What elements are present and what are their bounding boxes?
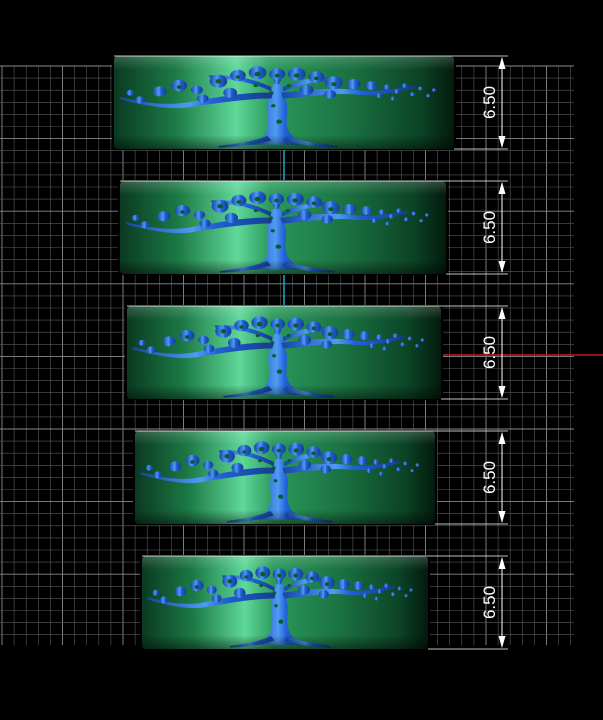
dimension-label: 6.50 bbox=[480, 86, 499, 119]
dimension-label: 6.50 bbox=[480, 336, 499, 369]
dimension-label: 6.50 bbox=[480, 586, 499, 619]
dimension-label: 6.50 bbox=[480, 461, 499, 494]
ring-shading bbox=[135, 431, 435, 524]
ring-shading bbox=[120, 181, 446, 274]
ring-shading bbox=[114, 56, 454, 149]
cad-viewport[interactable]: 6.50 6.50 6.50 6.50 6.50 bbox=[0, 0, 603, 720]
ring-view[interactable]: 6.50 bbox=[112, 55, 508, 150]
ring-shading bbox=[127, 306, 441, 399]
dimension-label: 6.50 bbox=[480, 211, 499, 244]
ring-shading bbox=[142, 556, 428, 649]
